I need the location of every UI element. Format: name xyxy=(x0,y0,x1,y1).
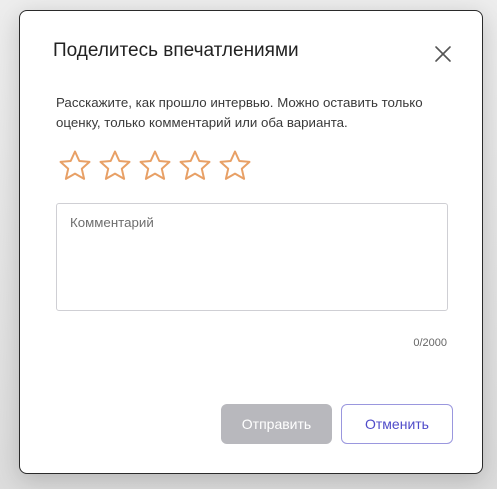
rating-stars xyxy=(58,149,252,183)
submit-button[interactable]: Отправить xyxy=(221,404,332,444)
cancel-button[interactable]: Отменить xyxy=(341,404,453,444)
star-icon[interactable] xyxy=(178,149,212,183)
character-counter: 0/2000 xyxy=(413,337,447,349)
close-icon[interactable] xyxy=(432,43,454,65)
star-icon[interactable] xyxy=(138,149,172,183)
star-icon[interactable] xyxy=(98,149,132,183)
star-icon[interactable] xyxy=(218,149,252,183)
dialog-title: Поделитесь впечатлениями xyxy=(53,40,299,61)
feedback-dialog: Поделитесь впечатлениями Расскажите, как… xyxy=(19,10,483,474)
dialog-description: Расскажите, как прошло интервью. Можно о… xyxy=(56,95,423,130)
comment-input[interactable] xyxy=(56,203,448,311)
star-icon[interactable] xyxy=(58,149,92,183)
